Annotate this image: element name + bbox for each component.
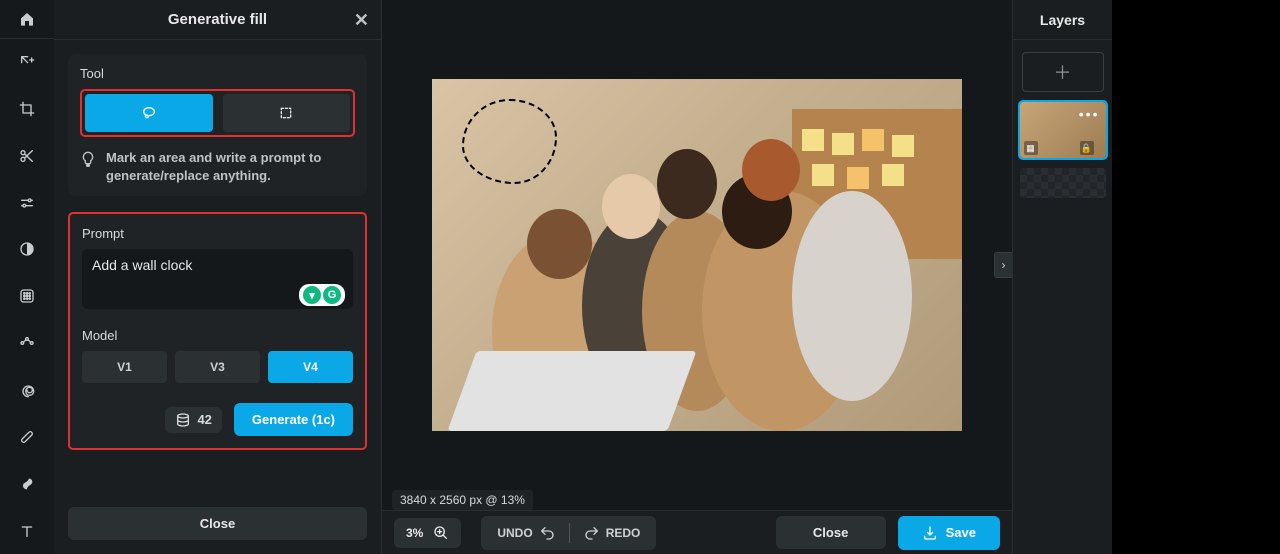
panel-header: Generative fill ✕ (54, 0, 381, 40)
rail-adjust-tool[interactable] (12, 188, 42, 217)
spiral-icon (19, 382, 35, 398)
model-v1-button[interactable]: V1 (82, 351, 167, 383)
home-button[interactable] (0, 0, 54, 39)
generative-fill-panel: Generative fill ✕ Tool Mark (54, 0, 382, 554)
brush-icon (19, 476, 35, 492)
credits-badge: 42 (165, 407, 221, 433)
rail-heal-tool[interactable] (12, 422, 42, 451)
rail-draw-tool[interactable] (12, 469, 42, 498)
cursor-plus-icon (19, 54, 35, 70)
zoom-in-icon[interactable] (433, 525, 449, 541)
tool-section: Tool Mark an area and write a prompt to … (68, 54, 367, 196)
rail-effect-tool[interactable] (12, 282, 42, 311)
rail-arrange-tool[interactable] (12, 48, 42, 77)
model-v4-button[interactable]: V4 (268, 351, 353, 383)
bandage-icon (19, 429, 35, 445)
tool-hint-text: Mark an area and write a prompt to gener… (106, 149, 355, 184)
tool-hint: Mark an area and write a prompt to gener… (80, 149, 355, 184)
left-tool-rail (0, 0, 54, 554)
canvas-image[interactable] (432, 79, 962, 431)
undo-icon (539, 525, 555, 541)
redo-button[interactable]: REDO (584, 525, 641, 541)
zoom-control[interactable]: 3% (394, 518, 461, 548)
redo-icon (584, 525, 600, 541)
undo-label: UNDO (497, 526, 532, 540)
lasso-icon (141, 105, 157, 121)
rail-cutout-tool[interactable] (12, 141, 42, 170)
divider (569, 523, 570, 543)
grammar-badge-1: ▾ (303, 286, 321, 304)
save-label: Save (946, 525, 976, 540)
layer-lock-icon[interactable]: 🔒 (1080, 141, 1094, 155)
lasso-tool-button[interactable] (85, 94, 213, 132)
scissors-icon (19, 148, 35, 164)
lasso-selection[interactable] (462, 99, 557, 184)
grid-dots-icon (19, 288, 35, 304)
rail-spiral-tool[interactable] (12, 376, 42, 405)
redo-label: REDO (606, 526, 641, 540)
nodes-icon (19, 335, 35, 351)
canvas-dimensions-label: 3840 x 2560 px @ 13% (392, 490, 533, 510)
prompt-section-highlight: Prompt ▾ G Model V1 V3 V4 (68, 212, 367, 450)
bottom-close-button[interactable]: Close (776, 516, 886, 549)
prompt-section-label: Prompt (82, 226, 353, 241)
model-selector: V1 V3 V4 (82, 351, 353, 383)
layer-thumb-1[interactable]: ••• ▦ 🔒 (1020, 102, 1106, 158)
image-laptop (447, 351, 696, 431)
generate-button[interactable]: Generate (1c) (234, 403, 353, 436)
text-icon (19, 523, 35, 539)
marquee-tool-button[interactable] (223, 94, 351, 132)
canvas-area: 3840 x 2560 px @ 13% 3% UNDO REDO Close (382, 0, 1012, 554)
contrast-icon (19, 241, 35, 257)
panel-title: Generative fill (168, 11, 267, 28)
panel-close-button[interactable]: ✕ (354, 10, 369, 31)
add-layer-button[interactable]: ＋ (1022, 52, 1104, 92)
home-icon (19, 11, 35, 27)
rail-text-tool[interactable] (12, 516, 42, 545)
credits-icon (175, 412, 191, 428)
bulb-icon (80, 151, 96, 184)
crop-icon (19, 101, 35, 117)
canvas-stage[interactable] (382, 0, 1012, 510)
model-section-label: Model (82, 328, 353, 343)
prompt-wrapper: ▾ G (82, 249, 353, 312)
layer-thumb-2[interactable] (1020, 168, 1106, 198)
panel-close-footer-button[interactable]: Close (68, 507, 367, 540)
marquee-icon (278, 105, 294, 121)
rail-crop-tool[interactable] (12, 94, 42, 123)
model-v3-button[interactable]: V3 (175, 351, 260, 383)
grammar-badge-2: G (323, 286, 341, 304)
save-button[interactable]: Save (898, 516, 1000, 550)
layer-visibility-icon[interactable]: ▦ (1024, 141, 1038, 155)
undo-button[interactable]: UNDO (497, 525, 554, 541)
collapse-layers-button[interactable]: › (994, 252, 1012, 278)
bottom-bar: 3% UNDO REDO Close Save (382, 510, 1012, 554)
credits-count: 42 (197, 412, 211, 427)
sliders-icon (19, 195, 35, 211)
rail-liquify-tool[interactable] (12, 329, 42, 358)
tool-section-label: Tool (80, 66, 355, 81)
layer-badges: ▦ 🔒 (1024, 141, 1038, 155)
download-icon (922, 525, 938, 541)
rail-contrast-tool[interactable] (12, 235, 42, 264)
layer-options-icon[interactable]: ••• (1079, 106, 1100, 122)
tool-selector-highlight (80, 89, 355, 137)
zoom-value: 3% (406, 526, 423, 540)
layers-title: Layers (1013, 0, 1112, 40)
grammar-badges[interactable]: ▾ G (299, 284, 345, 306)
layers-panel: Layers ＋ ••• ▦ 🔒 › (1012, 0, 1112, 554)
